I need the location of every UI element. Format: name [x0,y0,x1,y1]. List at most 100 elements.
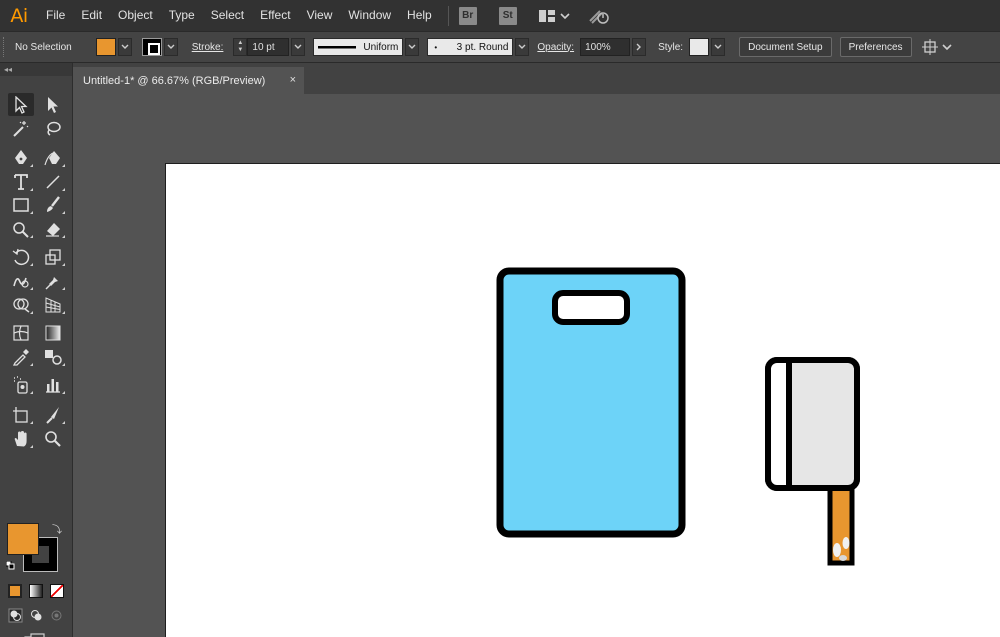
tool-row [8,345,66,368]
eraser-icon [46,222,60,237]
direct-selection-tool[interactable] [40,93,66,116]
arrange-menu-button[interactable] [921,39,952,55]
eraser-tool[interactable] [40,217,66,240]
stroke-swatch[interactable] [141,38,162,56]
stroke-weight-dropdown[interactable] [291,38,306,56]
menu-edit[interactable]: Edit [73,0,110,31]
tool-row [8,403,66,426]
menu-view[interactable]: View [299,0,341,31]
chevron-down-icon [408,44,416,49]
screen-mode-icon [24,633,45,637]
opacity-label[interactable]: Opacity: [537,42,574,53]
gradient-mode-button[interactable] [29,584,43,598]
rotate-tool[interactable] [8,245,34,268]
close-icon[interactable]: × [290,74,296,86]
stroke-weight-stepper[interactable]: ▲ ▼ [233,38,248,56]
stroke-weight-input[interactable]: 10 pt [247,38,290,56]
pen-tool[interactable] [8,146,34,169]
type-tool[interactable] [8,170,34,193]
magic-wand-tool[interactable] [8,117,34,140]
arrange-documents-icon [538,9,555,22]
tools-panel-collapse[interactable]: ◂◂ [0,63,72,76]
perspective-grid-icon [45,296,61,312]
brush-dropdown[interactable] [515,38,530,56]
opacity-slider-button[interactable] [632,38,647,56]
bridge-button[interactable]: Br [458,6,477,25]
menu-select[interactable]: Select [203,0,252,31]
fill-swatch[interactable] [95,38,116,56]
rectangle-tool[interactable] [8,193,34,216]
mesh-tool[interactable] [8,321,34,344]
tools-panel: ◂◂ ⤵ [0,63,73,637]
perspective-grid-tool[interactable] [40,293,66,316]
stroke-color-dropdown[interactable] [163,38,178,56]
control-bar: No Selection Stroke: ▲ ▼ 10 pt Uniform • … [0,31,1000,63]
warp-tool[interactable] [8,269,34,292]
line-segment-tool[interactable] [40,170,66,193]
paintbrush-tool[interactable] [40,193,66,216]
opacity-input[interactable]: 100% [580,38,631,56]
artboard[interactable] [166,164,1000,637]
profile-dropdown[interactable] [405,38,420,56]
shaper-tool[interactable] [8,217,34,240]
control-bar-grip[interactable] [3,37,9,57]
selection-status: No Selection [15,41,72,53]
document-tab-title: Untitled-1* @ 66.67% (RGB/Preview) [83,74,266,87]
zoom-tool[interactable] [40,427,66,450]
scale-tool[interactable] [40,245,66,268]
swap-fill-stroke-icon[interactable]: ⤵ [52,521,62,536]
variable-width-profile[interactable]: Uniform [313,38,404,56]
menu-type[interactable]: Type [161,0,203,31]
gradient-tool[interactable] [40,321,66,344]
puppet-warp-tool[interactable] [40,269,66,292]
menu-object[interactable]: Object [110,0,161,31]
chevron-down-icon [167,44,175,49]
blend-tool[interactable] [40,345,66,368]
document-setup-button[interactable]: Document Setup [739,37,832,57]
fill-color-box[interactable] [7,523,39,555]
gradient-icon [45,325,61,340]
scale-icon [45,248,61,265]
mesh-icon [13,324,29,341]
draw-behind-icon[interactable] [29,608,44,623]
artboard-tool[interactable] [8,403,34,426]
fill-dropdown[interactable] [117,38,132,56]
brush-definition[interactable]: • 3 pt. Round [427,38,514,56]
blend-icon [45,349,62,365]
graphic-style-dropdown[interactable] [711,38,726,56]
cleaver-illustration[interactable] [765,357,860,566]
lasso-icon [47,121,61,136]
menu-help[interactable]: Help [399,0,440,31]
menu-effect[interactable]: Effect [252,0,298,31]
curvature-tool[interactable] [40,146,66,169]
slice-tool[interactable] [40,403,66,426]
preferences-button[interactable]: Preferences [839,37,912,57]
graphic-style-swatch[interactable] [689,38,710,56]
symbol-sprayer-tool[interactable] [8,373,34,396]
lasso-tool[interactable] [40,117,66,140]
stroke-label[interactable]: Stroke: [192,42,224,53]
type-t-icon [14,173,28,190]
document-tab[interactable]: Untitled-1* @ 66.67% (RGB/Preview) × [73,67,304,94]
column-graph-tool[interactable] [40,373,66,396]
gpu-performance-button[interactable] [588,7,610,25]
rectangle-icon [13,197,29,212]
tool-row [8,170,66,193]
cutting-board-illustration[interactable] [496,267,686,538]
arrange-documents-button[interactable] [538,9,570,23]
draw-inside-icon[interactable] [49,608,64,623]
hand-tool[interactable] [8,427,34,450]
canvas-area[interactable] [73,94,1000,637]
color-mode-button[interactable] [8,584,22,598]
shape-builder-tool[interactable] [8,293,34,316]
magic-wand-icon [13,120,29,137]
draw-normal-icon[interactable] [8,608,23,623]
menu-window[interactable]: Window [340,0,399,31]
stock-button[interactable]: St [498,6,517,25]
change-screen-mode-button[interactable] [24,633,46,637]
eyedropper-tool[interactable] [8,345,34,368]
none-mode-button[interactable] [50,584,64,598]
default-fill-stroke-icon[interactable] [6,561,15,570]
selection-tool[interactable] [8,93,34,116]
menu-file[interactable]: File [38,0,73,31]
